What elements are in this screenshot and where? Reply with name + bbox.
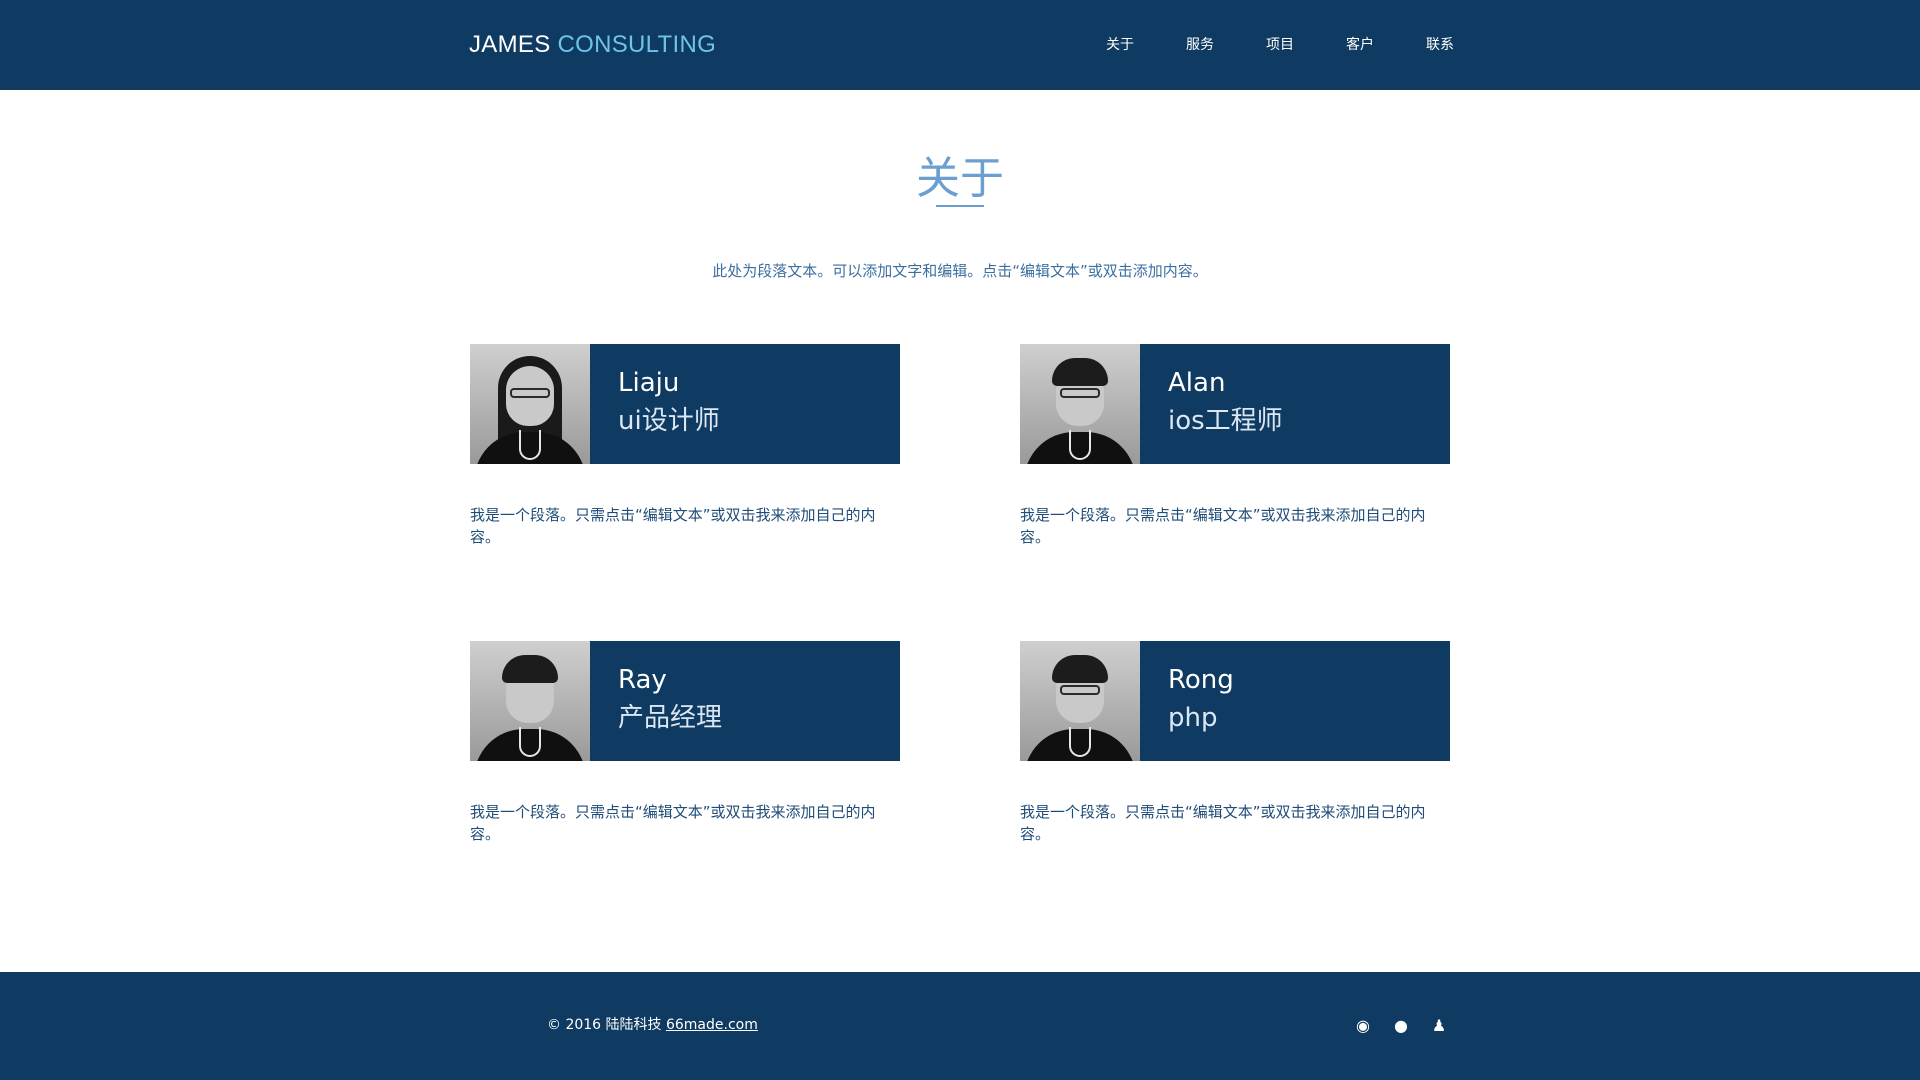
portrait-photo xyxy=(470,344,590,464)
footer-link[interactable]: 66made.com xyxy=(666,1017,758,1033)
main-nav: 关于 服务 项目 客户 联系 xyxy=(1080,32,1480,58)
weibo-icon[interactable]: ◉ xyxy=(1352,1014,1374,1038)
site-header: JAMES CONSULTING 关于 服务 项目 客户 联系 xyxy=(0,0,1920,90)
team-card-alan: Alan ios工程师 xyxy=(1020,344,1450,464)
member-description: 我是一个段落。只需点击“编辑文本”或双击我来添加自己的内容。 xyxy=(1020,506,1426,546)
member-description: 我是一个段落。只需点击“编辑文本”或双击我来添加自己的内容。 xyxy=(1020,803,1426,843)
member-role: ui设计师 xyxy=(618,406,720,436)
portrait-photo xyxy=(1020,641,1140,761)
site-logo[interactable]: JAMES CONSULTING xyxy=(469,30,716,60)
title-underline xyxy=(936,205,984,207)
member-name: Liaju xyxy=(618,368,680,398)
member-role: ios工程师 xyxy=(1168,406,1283,436)
nav-item-services[interactable]: 服务 xyxy=(1160,32,1240,58)
member-role: php xyxy=(1168,703,1218,733)
wechat-icon[interactable]: ● xyxy=(1390,1014,1412,1038)
team-card-liaju: Liaju ui设计师 xyxy=(470,344,900,464)
team-card-ray: Ray 产品经理 xyxy=(470,641,900,761)
section-intro: 此处为段落文本。可以添加文字和编辑。点击“编辑文本”或双击添加内容。 xyxy=(712,262,1208,280)
member-name: Rong xyxy=(1168,665,1234,695)
nav-item-contact[interactable]: 联系 xyxy=(1400,32,1480,58)
portrait-photo xyxy=(1020,344,1140,464)
social-links: ◉ ● ♟ xyxy=(1352,1014,1450,1038)
member-name: Ray xyxy=(618,665,667,695)
nav-item-clients[interactable]: 客户 xyxy=(1320,32,1400,58)
site-footer: © 2016 陆陆科技 66made.com ◉ ● ♟ xyxy=(0,972,1920,1080)
section-title: 关于 xyxy=(916,153,1004,204)
member-role: 产品经理 xyxy=(618,703,723,733)
copyright-text: © 2016 陆陆科技 66made.com xyxy=(547,1014,758,1036)
team-card-rong: Rong php xyxy=(1020,641,1450,761)
nav-item-about[interactable]: 关于 xyxy=(1080,32,1160,58)
logo-part-consulting: CONSULTING xyxy=(557,31,717,58)
copyright-label: © 2016 陆陆科技 xyxy=(547,1017,662,1033)
member-description: 我是一个段落。只需点击“编辑文本”或双击我来添加自己的内容。 xyxy=(470,803,876,843)
member-name: Alan xyxy=(1168,368,1226,398)
member-description: 我是一个段落。只需点击“编辑文本”或双击我来添加自己的内容。 xyxy=(470,506,876,546)
logo-part-james: JAMES xyxy=(469,31,551,58)
nav-item-projects[interactable]: 项目 xyxy=(1240,32,1320,58)
qq-icon[interactable]: ♟ xyxy=(1428,1014,1450,1038)
portrait-photo xyxy=(470,641,590,761)
